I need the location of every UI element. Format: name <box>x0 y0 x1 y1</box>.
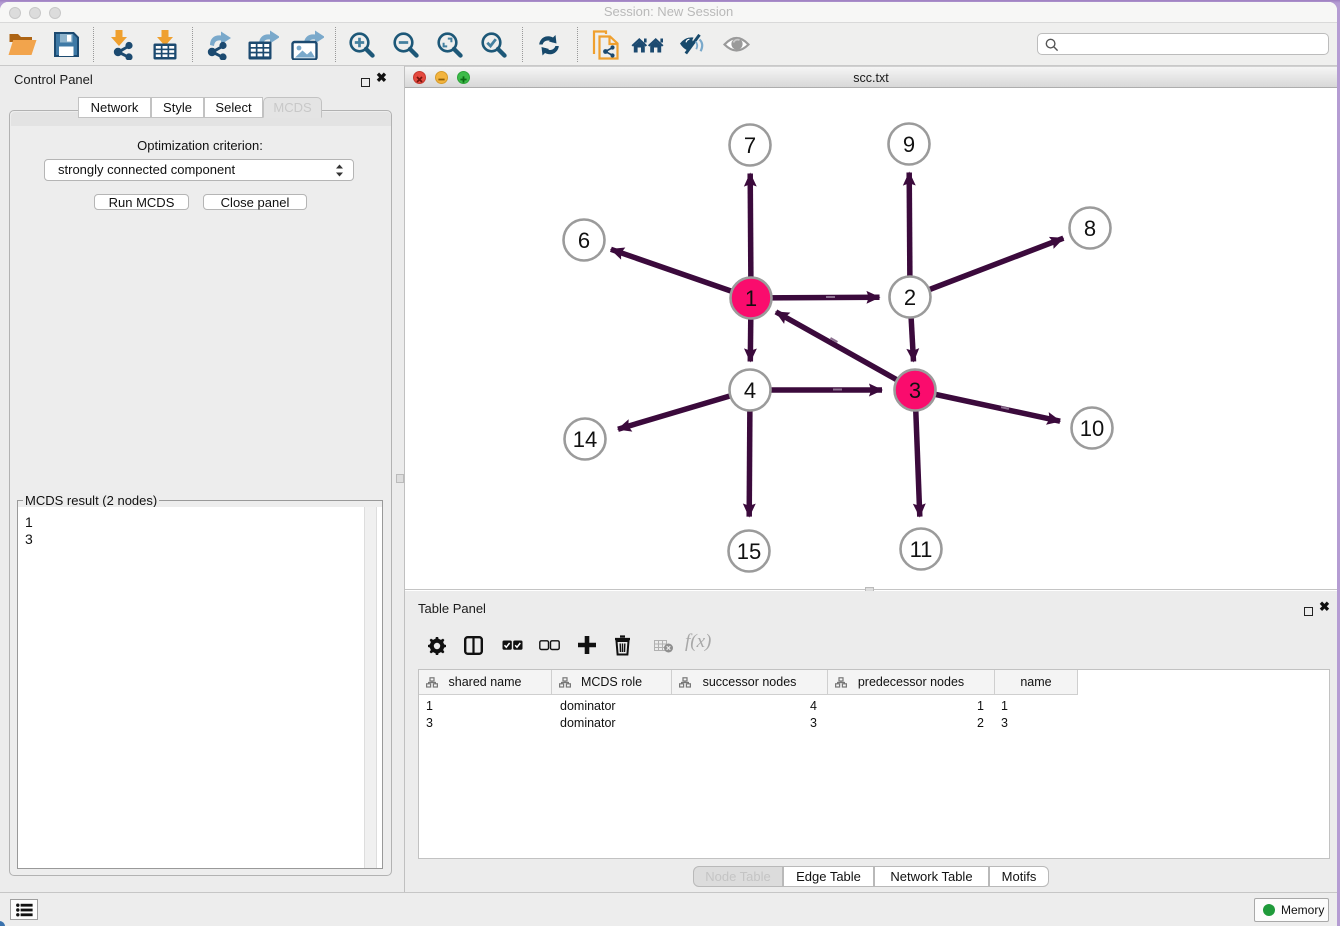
svg-text:6: 6 <box>578 228 590 253</box>
svg-text:2: 2 <box>904 285 916 310</box>
svg-text:14: 14 <box>573 427 597 452</box>
svg-text:7: 7 <box>744 133 756 158</box>
svg-text:11: 11 <box>910 537 933 562</box>
svg-text:4: 4 <box>744 378 756 403</box>
svg-text:9: 9 <box>903 132 915 157</box>
svg-text:1: 1 <box>745 286 757 311</box>
svg-text:10: 10 <box>1080 416 1104 441</box>
svg-text:15: 15 <box>737 539 761 564</box>
svg-text:3: 3 <box>909 378 921 403</box>
svg-text:8: 8 <box>1084 216 1096 241</box>
